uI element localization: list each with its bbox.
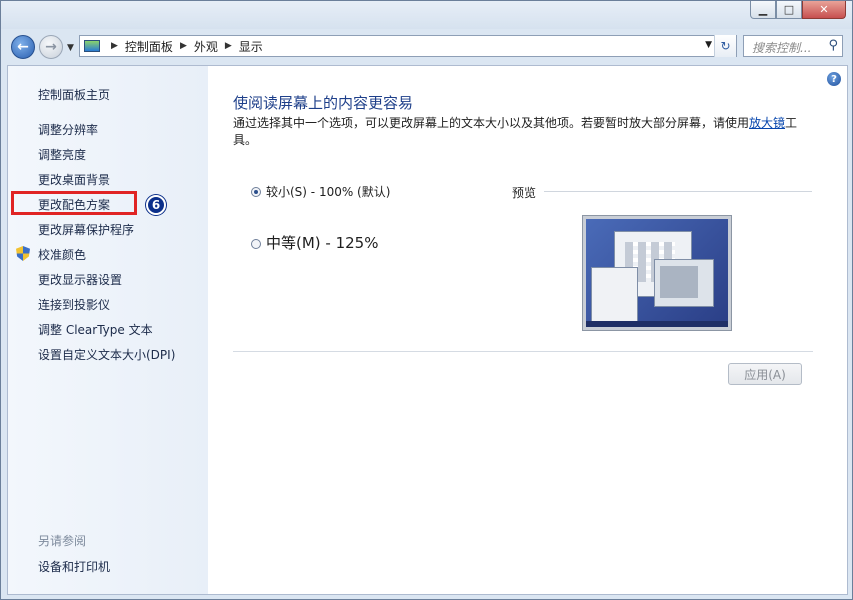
address-dropdown-icon[interactable]: ▼ (705, 40, 712, 50)
sidebar-item-resolution[interactable]: 调整分辨率 (38, 121, 98, 138)
page-title: 使阅读屏幕上的内容更容易 (233, 94, 414, 112)
sidebar-item-custom-dpi[interactable]: 设置自定义文本大小(DPI) (38, 346, 175, 363)
page-description: 通过选择其中一个选项，可以更改屏幕上的文本大小以及其他项。若要暂时放大部分屏幕，… (233, 115, 808, 149)
navigation-bar: ← → ▼ ▶ 控制面板 ▶ 外观 ▶ 显示 ▼ ↻ 搜索控制... ⚲ (1, 29, 852, 65)
sidebar-item-brightness[interactable]: 调整亮度 (38, 146, 86, 163)
display-window: ▁ □ ✕ ← → ▼ ▶ 控制面板 ▶ 外观 ▶ 显示 ▼ ↻ 搜索控制...… (0, 0, 853, 600)
breadcrumb-control-panel[interactable]: 控制面板 (125, 38, 173, 55)
sidebar-item-screen-saver[interactable]: 更改屏幕保护程序 (38, 221, 134, 238)
sidebar-item-desktop-background[interactable]: 更改桌面背景 (38, 171, 110, 188)
search-icon[interactable]: ⚲ (828, 38, 838, 53)
content-area: 控制面板主页 调整分辨率 调整亮度 更改桌面背景 更改配色方案 更改屏幕保护程序… (7, 65, 848, 595)
apply-button[interactable]: 应用(A) (728, 363, 802, 385)
preview-desktop (586, 219, 728, 327)
control-panel-icon (84, 40, 100, 52)
description-text: 通过选择其中一个选项，可以更改屏幕上的文本大小以及其他项。若要暂时放大部分屏幕，… (233, 116, 750, 130)
preview-menu-icon (591, 267, 638, 324)
radio-smaller[interactable] (251, 187, 261, 197)
sidebar-item-display-settings[interactable]: 更改显示器设置 (38, 271, 122, 288)
sidebar: 控制面板主页 调整分辨率 调整亮度 更改桌面背景 更改配色方案 更改屏幕保护程序… (8, 66, 208, 594)
option-medium-label[interactable]: 中等(M) - 125% (266, 232, 378, 253)
annotation-highlight-box (11, 191, 137, 215)
search-placeholder: 搜索控制... (752, 41, 812, 55)
minimize-icon: ▁ (758, 3, 768, 16)
close-icon: ✕ (819, 3, 829, 16)
back-button[interactable]: ← (11, 35, 35, 59)
sidebar-item-projector[interactable]: 连接到投影仪 (38, 296, 110, 313)
refresh-button[interactable]: ↻ (714, 35, 736, 57)
sidebar-item-cleartype[interactable]: 调整 ClearType 文本 (38, 321, 153, 338)
refresh-icon: ↻ (720, 39, 731, 53)
forward-arrow-icon: → (45, 39, 57, 55)
caption-buttons: ▁ □ ✕ (750, 1, 846, 21)
radio-medium[interactable] (251, 239, 261, 249)
close-button[interactable]: ✕ (802, 1, 846, 19)
maximize-button[interactable]: □ (776, 1, 802, 19)
sidebar-item-calibrate-color[interactable]: 校准颜色 (38, 246, 86, 263)
magnifier-link[interactable]: 放大镜 (749, 116, 785, 130)
sidebar-item-devices-printers[interactable]: 设备和打印机 (38, 558, 110, 575)
preview-label: 预览 (512, 186, 537, 200)
preview-divider (544, 191, 812, 192)
maximize-icon: □ (783, 3, 795, 16)
breadcrumb-separator-icon[interactable]: ▶ (180, 41, 187, 51)
search-input[interactable]: 搜索控制... ⚲ (743, 35, 843, 57)
preview-window-content (660, 266, 698, 298)
title-bar: ▁ □ ✕ (1, 1, 852, 29)
section-divider (233, 351, 813, 352)
breadcrumb-display[interactable]: 显示 (239, 38, 263, 55)
address-bar[interactable]: ▶ 控制面板 ▶ 外观 ▶ 显示 ▼ ↻ (79, 35, 737, 57)
breadcrumb-separator-icon[interactable]: ▶ (225, 41, 232, 51)
preview-window-icon (654, 259, 714, 307)
shield-icon (16, 246, 30, 261)
main-panel: ? 使阅读屏幕上的内容更容易 通过选择其中一个选项，可以更改屏幕上的文本大小以及… (208, 66, 847, 594)
sidebar-home-link[interactable]: 控制面板主页 (38, 86, 110, 103)
option-smaller-label[interactable]: 较小(S) - 100% (默认) (266, 183, 390, 200)
recent-pages-dropdown[interactable]: ▼ (67, 43, 74, 53)
preview-taskbar (586, 321, 728, 327)
minimize-button[interactable]: ▁ (750, 1, 776, 19)
back-arrow-icon: ← (17, 39, 29, 55)
breadcrumb-appearance[interactable]: 外观 (194, 38, 218, 55)
see-also-heading: 另请参阅 (38, 534, 87, 548)
help-icon[interactable]: ? (827, 72, 841, 86)
forward-button[interactable]: → (39, 35, 63, 59)
breadcrumb-separator-icon[interactable]: ▶ (111, 41, 118, 51)
step-number-badge: 6 (146, 195, 166, 215)
preview-image (582, 215, 732, 331)
